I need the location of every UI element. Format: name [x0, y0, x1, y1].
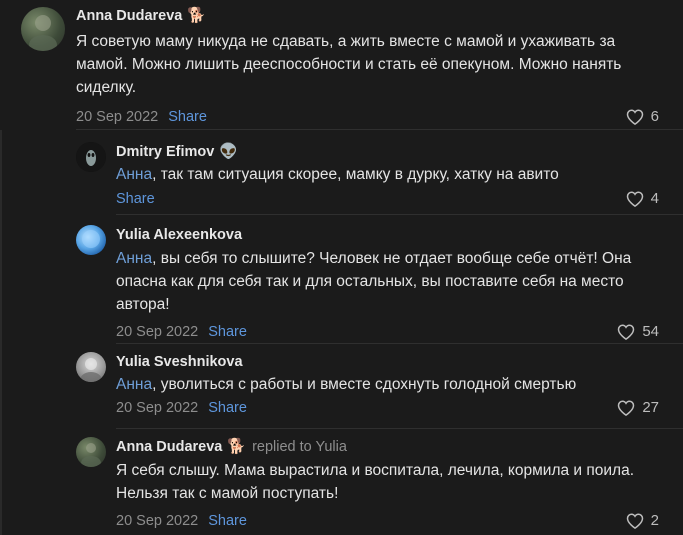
comment-date: 20 Sep 2022	[116, 324, 199, 340]
comment-text-body: Я советую маму никуда не сдавать, а жить…	[76, 33, 622, 96]
like-count: 54	[642, 323, 659, 340]
comment-text: Анна, уволиться с работы и вместе сдохну…	[116, 373, 659, 396]
comment-text-body: Я себя слышу. Мама вырастила и воспитала…	[116, 462, 635, 502]
heart-icon	[626, 513, 643, 529]
comment-text: Анна, так там ситуация скорее, мамку в д…	[116, 163, 659, 186]
comment-text-body: , так там ситуация скорее, мамку в дурку…	[152, 166, 559, 183]
like-button[interactable]: 2	[626, 511, 659, 531]
like-count: 4	[650, 190, 659, 207]
share-button[interactable]: Share	[116, 189, 155, 209]
like-button[interactable]: 4	[626, 189, 659, 209]
comment-author[interactable]: Dmitry Efimov	[116, 142, 214, 162]
comment-text-body: , вы себя то слышите? Человек не отдает …	[116, 250, 632, 313]
divider	[116, 428, 683, 429]
share-button[interactable]: Share	[168, 107, 207, 127]
like-button[interactable]: 6	[626, 107, 659, 127]
like-count: 6	[650, 108, 659, 125]
comment-author[interactable]: Yulia Sveshnikova	[116, 352, 243, 372]
dog-emoji-icon: 🐕	[227, 438, 247, 455]
divider	[116, 214, 683, 215]
divider	[76, 129, 683, 130]
dog-emoji-icon: 🐕	[187, 7, 207, 24]
avatar[interactable]	[76, 142, 106, 172]
like-count: 2	[650, 512, 659, 529]
comment-text: Я себя слышу. Мама вырастила и воспитала…	[116, 459, 659, 505]
heart-icon	[618, 400, 635, 416]
like-button[interactable]: 54	[617, 322, 659, 342]
comment-text: Анна, вы себя то слышите? Человек не отд…	[116, 247, 659, 316]
mention-link[interactable]: Анна	[116, 376, 152, 393]
comment-text-body: , уволиться с работы и вместе сдохнуть г…	[152, 376, 577, 393]
comment-author[interactable]: Anna Dudareva	[116, 437, 222, 457]
avatar[interactable]	[76, 437, 106, 467]
comment-date: 20 Sep 2022	[116, 400, 199, 416]
heart-icon	[626, 109, 643, 125]
comment-text: Я советую маму никуда не сдавать, а жить…	[76, 30, 659, 99]
share-button[interactable]: Share	[208, 511, 247, 531]
comment-author[interactable]: Anna Dudareva	[76, 6, 182, 26]
comment-author[interactable]: Yulia Alexeenkova	[116, 225, 242, 245]
divider	[116, 343, 683, 344]
alien-emoji-icon: 👽	[219, 143, 238, 160]
reply-thread-line	[0, 130, 2, 535]
heart-icon	[618, 324, 635, 340]
comment-date: 20 Sep 2022	[116, 513, 199, 529]
avatar[interactable]	[76, 225, 106, 255]
avatar[interactable]	[21, 7, 65, 51]
share-button[interactable]: Share	[208, 398, 247, 418]
like-count: 27	[642, 399, 659, 416]
replied-to-label[interactable]: replied to Yulia	[252, 437, 347, 457]
share-button[interactable]: Share	[208, 322, 247, 342]
comment-date: 20 Sep 2022	[76, 109, 159, 125]
mention-link[interactable]: Анна	[116, 250, 152, 267]
mention-link[interactable]: Анна	[116, 166, 152, 183]
heart-icon	[626, 191, 643, 207]
avatar[interactable]	[76, 352, 106, 382]
like-button[interactable]: 27	[617, 398, 659, 418]
